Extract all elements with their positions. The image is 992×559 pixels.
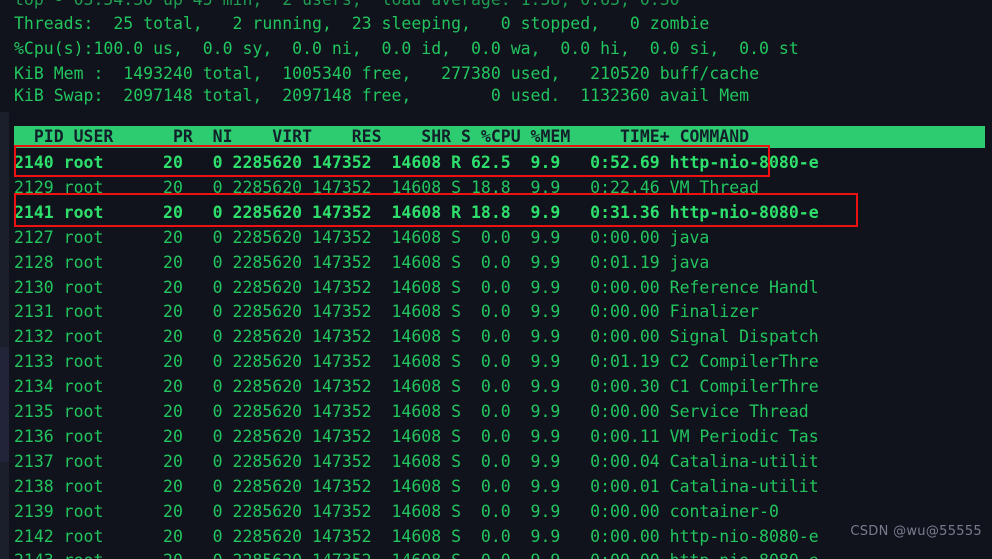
terminal-window[interactable]: top - 03:54:30 up 45 min, 2 users, load …	[0, 0, 992, 559]
top-summary-line-swap: KiB Swap: 2097148 total, 2097148 free, 0…	[14, 86, 750, 105]
process-row[interactable]: 2131 root 20 0 2285620 147352 14608 S 0.…	[14, 299, 759, 324]
process-row[interactable]: 2136 root 20 0 2285620 147352 14608 S 0.…	[14, 424, 819, 449]
process-row[interactable]: 2140 root 20 0 2285620 147352 14608 R 62…	[14, 150, 819, 175]
watermark-text: CSDN @wu@55555	[850, 524, 982, 539]
process-table-column-header: PID USER PR NI VIRT RES SHR S %CPU %MEM …	[14, 126, 985, 148]
process-row[interactable]: 2139 root 20 0 2285620 147352 14608 S 0.…	[14, 499, 779, 524]
process-row[interactable]: 2143 root 20 0 2285620 147352 14608 S 0.…	[14, 548, 819, 559]
process-row[interactable]: 2127 root 20 0 2285620 147352 14608 S 0.…	[14, 225, 709, 250]
process-row[interactable]: 2141 root 20 0 2285620 147352 14608 R 18…	[14, 200, 819, 225]
scrollbar-thumb[interactable]	[0, 347, 9, 462]
process-row[interactable]: 2133 root 20 0 2285620 147352 14608 S 0.…	[14, 349, 819, 374]
process-row[interactable]: 2134 root 20 0 2285620 147352 14608 S 0.…	[14, 374, 819, 399]
top-summary-line-cpu: %Cpu(s):100.0 us, 0.0 sy, 0.0 ni, 0.0 id…	[14, 39, 799, 58]
process-row[interactable]: 2138 root 20 0 2285620 147352 14608 S 0.…	[14, 474, 819, 499]
process-row[interactable]: 2137 root 20 0 2285620 147352 14608 S 0.…	[14, 449, 819, 474]
process-row[interactable]: 2128 root 20 0 2285620 147352 14608 S 0.…	[14, 250, 709, 275]
process-row[interactable]: 2130 root 20 0 2285620 147352 14608 S 0.…	[14, 275, 819, 300]
process-row[interactable]: 2142 root 20 0 2285620 147352 14608 S 0.…	[14, 524, 819, 549]
process-row[interactable]: 2132 root 20 0 2285620 147352 14608 S 0.…	[14, 324, 819, 349]
top-summary-line-threads: Threads: 25 total, 2 running, 23 sleepin…	[14, 14, 710, 33]
process-row[interactable]: 2135 root 20 0 2285620 147352 14608 S 0.…	[14, 399, 809, 424]
scrollbar-track[interactable]	[0, 112, 9, 559]
process-row[interactable]: 2129 root 20 0 2285620 147352 14608 S 18…	[14, 175, 759, 200]
